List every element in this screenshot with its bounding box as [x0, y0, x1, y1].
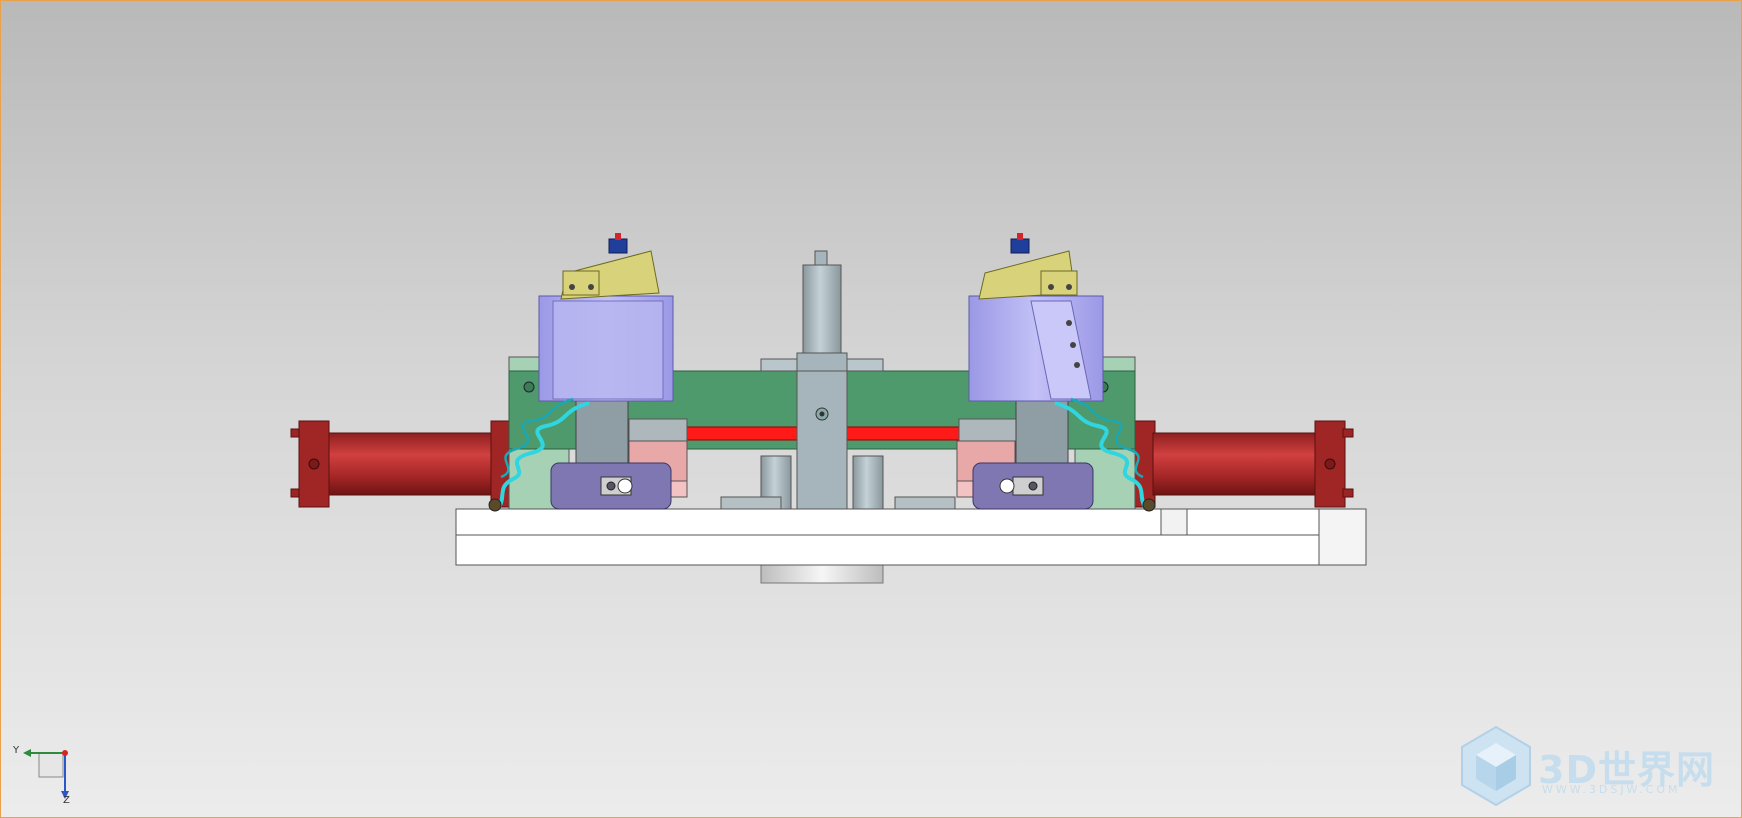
base-plate-lower	[455, 534, 1367, 566]
triad-y-label: Y	[13, 745, 20, 756]
triad-z-label: Z	[63, 795, 70, 806]
cad-viewport[interactable]: Y Z 3D世界网 WWW.3DSJW.COM	[0, 0, 1742, 818]
cube-logo-icon	[1461, 725, 1531, 807]
coordinate-triad: Y Z	[9, 741, 79, 811]
watermark-url: WWW.3DSJW.COM	[1542, 783, 1681, 796]
right-clamp-unit	[968, 233, 1104, 510]
right-hydraulic-cylinder	[1132, 420, 1354, 508]
central-column	[796, 250, 848, 510]
watermark: 3D世界网 WWW.3DSJW.COM	[1456, 721, 1736, 811]
base-plate-upper	[455, 508, 1367, 536]
bottom-disc	[760, 562, 884, 584]
fixture-assembly-model[interactable]	[1, 1, 1742, 818]
left-hydraulic-cylinder	[290, 420, 514, 508]
left-clamp-unit	[538, 233, 674, 510]
